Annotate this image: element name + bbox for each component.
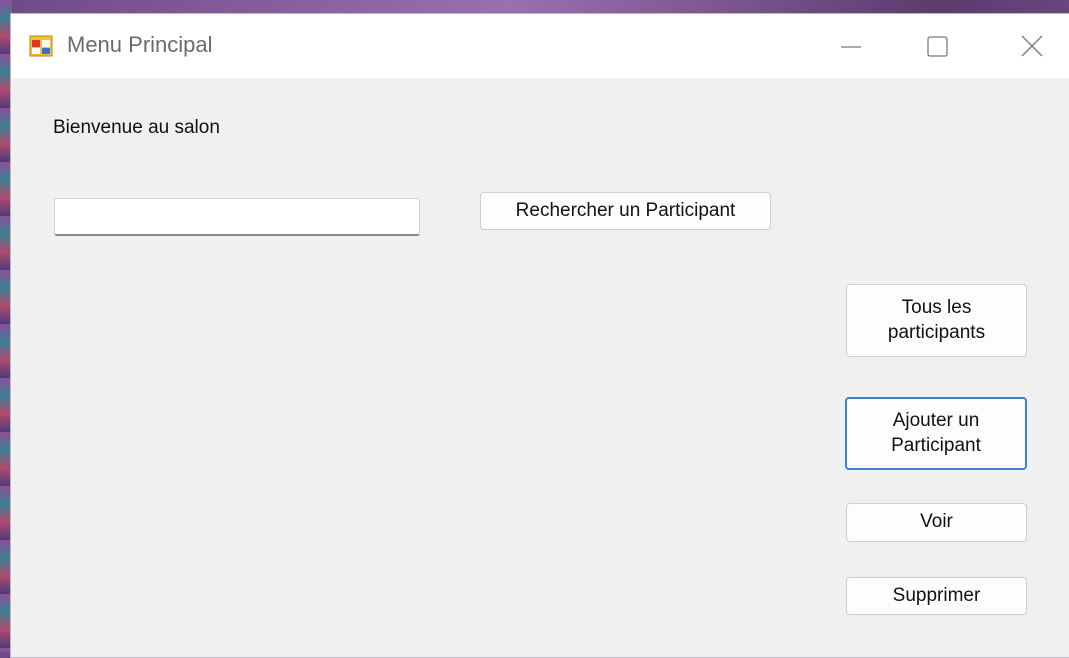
welcome-label: Bienvenue au salon	[53, 117, 220, 138]
view-button[interactable]: Voir	[846, 503, 1027, 542]
all-participants-button[interactable]: Tous les participants	[846, 284, 1027, 357]
minimize-button[interactable]	[823, 22, 879, 70]
close-button[interactable]	[1005, 22, 1061, 70]
windows-form-icon	[29, 34, 53, 58]
search-participant-button[interactable]: Rechercher un Participant	[480, 192, 771, 230]
add-participant-button[interactable]: Ajouter un Participant	[845, 397, 1027, 470]
search-input[interactable]	[54, 198, 420, 236]
maximize-button[interactable]	[909, 22, 965, 70]
delete-button[interactable]: Supprimer	[846, 577, 1027, 615]
close-icon	[1021, 35, 1043, 57]
title-bar[interactable]: Menu Principal	[11, 14, 1069, 78]
window-title: Menu Principal	[67, 32, 213, 57]
main-window: Menu Principal Bienvenue au salon Recher…	[10, 13, 1069, 658]
minimize-icon	[841, 46, 861, 48]
maximize-icon	[927, 36, 948, 57]
